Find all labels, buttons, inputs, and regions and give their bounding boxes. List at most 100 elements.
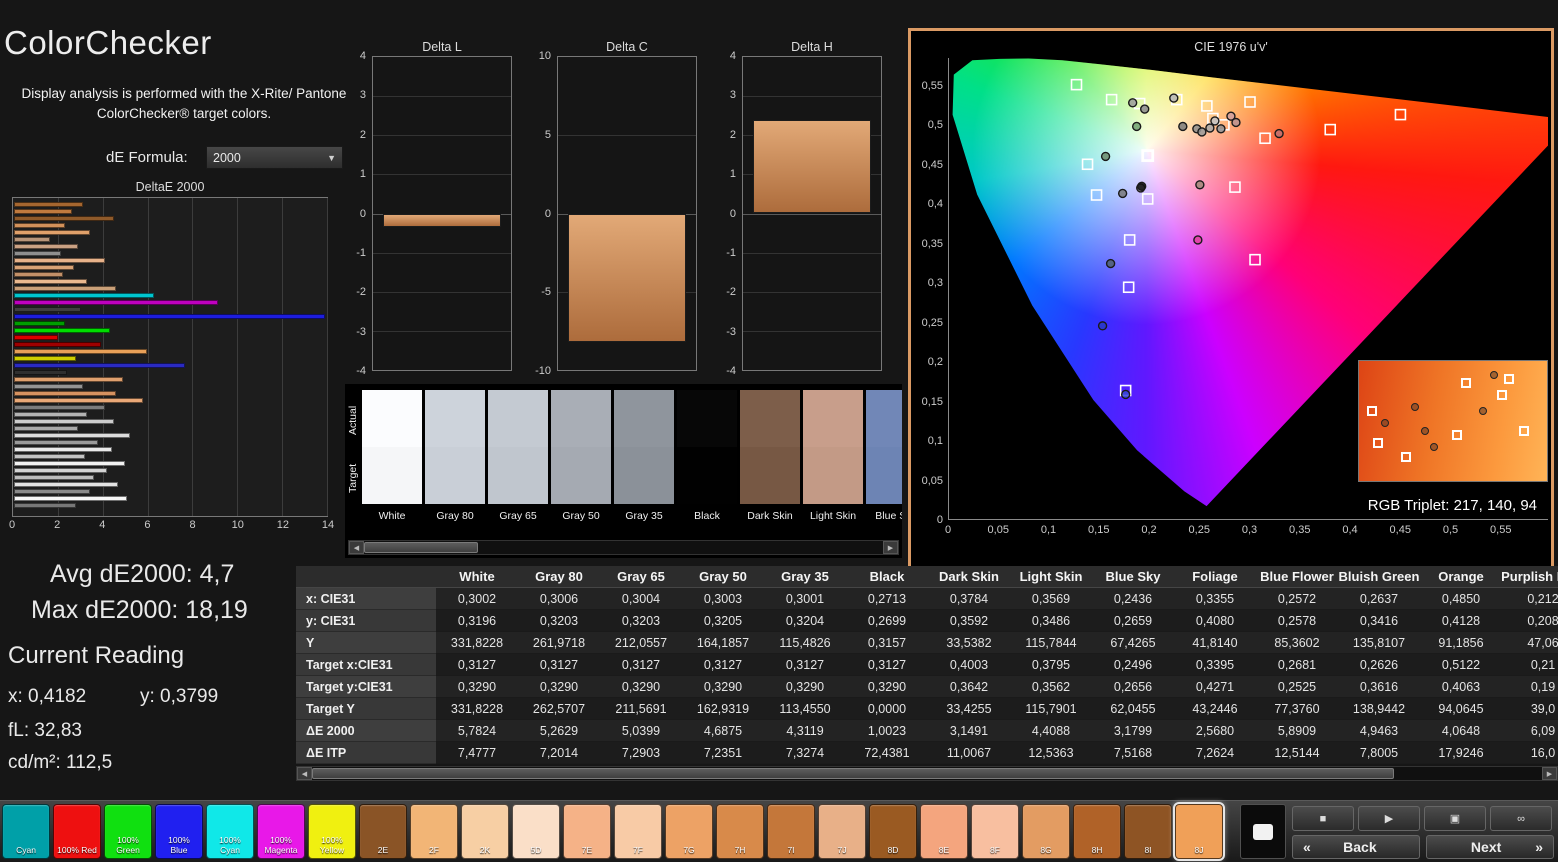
table-cell: 91,1856 (1420, 632, 1502, 654)
swatch-strip-scrollbar[interactable]: ◀▶ (348, 540, 899, 555)
pattern-swatch-100-cyan[interactable]: 100% Cyan (206, 804, 254, 859)
table-header-cell: Orange (1420, 566, 1502, 588)
table-cell: 39,0 (1502, 698, 1558, 720)
pattern-swatch-2f[interactable]: 2F (410, 804, 458, 859)
table-row-label: x: CIE31 (296, 588, 436, 610)
scroll-track[interactable] (364, 541, 883, 554)
axis-tick-label: 5 (525, 129, 551, 141)
pattern-swatch-100-yellow[interactable]: 100% Yellow (308, 804, 356, 859)
axis-tick-label: 8 (190, 519, 196, 531)
scroll-thumb[interactable] (364, 542, 478, 553)
scroll-left-button[interactable]: ◀ (297, 767, 312, 780)
table-cell: 0,2659 (1092, 610, 1174, 632)
table-row-label: ΔE 2000 (296, 720, 436, 742)
swatch-label: Gray 80 (425, 510, 485, 522)
inset-target-marker (1367, 406, 1377, 416)
axis-tick-label: 3 (710, 89, 736, 101)
measurement-marker (1138, 182, 1146, 190)
pattern-swatch-5d[interactable]: 5D (512, 804, 560, 859)
table-cell: 0,2436 (1092, 588, 1174, 610)
pattern-swatch-label: 100% Cyan (210, 836, 250, 856)
table-cell: 12,5144 (1256, 742, 1338, 764)
swatch-label: Light Skin (803, 510, 863, 522)
pattern-swatch-8d[interactable]: 8D (869, 804, 917, 859)
table-header-cell: Black (846, 566, 928, 588)
de-formula-dropdown[interactable]: 2000 ▼ (206, 146, 343, 169)
table-cell: 0,2626 (1338, 654, 1420, 676)
table-cell: 5,0399 (600, 720, 682, 742)
pattern-swatch-7h[interactable]: 7H (716, 804, 764, 859)
table-cell: 0,3642 (928, 676, 1010, 698)
table-cell: 113,4550 (764, 698, 846, 720)
table-scrollbar[interactable]: ◀▶ (296, 766, 1558, 781)
pattern-swatch-100-red[interactable]: 100% Red (53, 804, 101, 859)
target-swatch (803, 447, 863, 504)
scroll-thumb[interactable] (312, 768, 1394, 779)
deltae-bar (14, 349, 147, 354)
back-button[interactable]: « Back (1292, 835, 1420, 859)
axis-tick-label: 4 (340, 50, 366, 62)
delta-bar (753, 120, 872, 214)
pattern-swatch-100-green[interactable]: 100% Green (104, 804, 152, 859)
target-swatch (362, 447, 422, 504)
pattern-swatch-8e[interactable]: 8E (920, 804, 968, 859)
pattern-swatch-100-magenta[interactable]: 100% Magenta (257, 804, 305, 859)
pattern-swatch-label: 8J (1179, 846, 1219, 856)
pattern-swatch-8j[interactable]: 8J (1175, 804, 1223, 859)
table-cell: 0,0000 (846, 698, 928, 720)
target-marker (1143, 194, 1153, 204)
pattern-swatch-2k[interactable]: 2K (461, 804, 509, 859)
axis-tick-label: -4 (340, 365, 366, 377)
next-button[interactable]: Next » (1426, 835, 1554, 859)
pattern-swatch-8f[interactable]: 8F (971, 804, 1019, 859)
pattern-swatch-7j[interactable]: 7J (818, 804, 866, 859)
table-cell: 0,5122 (1420, 654, 1502, 676)
table-cell: 0,3290 (846, 676, 928, 698)
deltae-bar (14, 503, 76, 508)
measurement-marker (1217, 125, 1225, 133)
pattern-swatch-8h[interactable]: 8H (1073, 804, 1121, 859)
play-button[interactable]: ▶ (1358, 806, 1420, 831)
pattern-swatch-7g[interactable]: 7G (665, 804, 713, 859)
delta-chart-plot (742, 56, 882, 371)
pattern-swatch-8g[interactable]: 8G (1022, 804, 1070, 859)
pattern-swatch-2e[interactable]: 2E (359, 804, 407, 859)
deltae-bar (14, 440, 98, 445)
pattern-swatch-7e[interactable]: 7E (563, 804, 611, 859)
axis-tick-label: 0,05 (988, 524, 1009, 536)
deltae-bar (14, 412, 87, 417)
loop-button[interactable]: ∞ (1490, 806, 1552, 831)
pattern-swatches: Cyan100% Red100% Green100% Blue 100% Cyan… (2, 804, 1223, 859)
scroll-left-button[interactable]: ◀ (349, 541, 364, 554)
scroll-right-button[interactable]: ▶ (1542, 767, 1557, 780)
scroll-right-button[interactable]: ▶ (883, 541, 898, 554)
deltae-bar (14, 265, 74, 270)
de-formula-value: 2000 (213, 151, 241, 165)
back-arrow-icon: « (1303, 839, 1311, 855)
deltae-bar (14, 342, 101, 347)
deltae-bar (14, 496, 127, 501)
pattern-window-button[interactable] (1240, 804, 1286, 859)
measurement-table: WhiteGray 80Gray 65Gray 50Gray 35BlackDa… (296, 566, 1558, 765)
pattern-swatch-8i[interactable]: 8I (1124, 804, 1172, 859)
axis-tick-label: 0,5 (1443, 524, 1458, 536)
stop-button[interactable]: ■ (1292, 806, 1354, 831)
table-cell: 47,06 (1502, 632, 1558, 654)
axis-tick-label: 12 (277, 519, 289, 531)
capture-button[interactable]: ▣ (1424, 806, 1486, 831)
table-cell: 211,5691 (600, 698, 682, 720)
axis-tick-label: -1 (340, 247, 366, 259)
pattern-swatch-7f[interactable]: 7F (614, 804, 662, 859)
pattern-swatch-cyan[interactable]: Cyan (2, 804, 50, 859)
table-cell: 0,3127 (764, 654, 846, 676)
table-cell: 7,4777 (436, 742, 518, 764)
gridline (373, 292, 511, 293)
pattern-swatch-7i[interactable]: 7I (767, 804, 815, 859)
pattern-swatch-label: 8G (1026, 846, 1066, 856)
table-cell: 115,4826 (764, 632, 846, 654)
pattern-swatch-100-blue[interactable]: 100% Blue (155, 804, 203, 859)
axis-tick-label: 0,2 (1141, 524, 1156, 536)
table-cell: 0,3196 (436, 610, 518, 632)
axis-tick-label: 0,15 (1088, 524, 1109, 536)
scroll-track[interactable] (312, 767, 1542, 780)
